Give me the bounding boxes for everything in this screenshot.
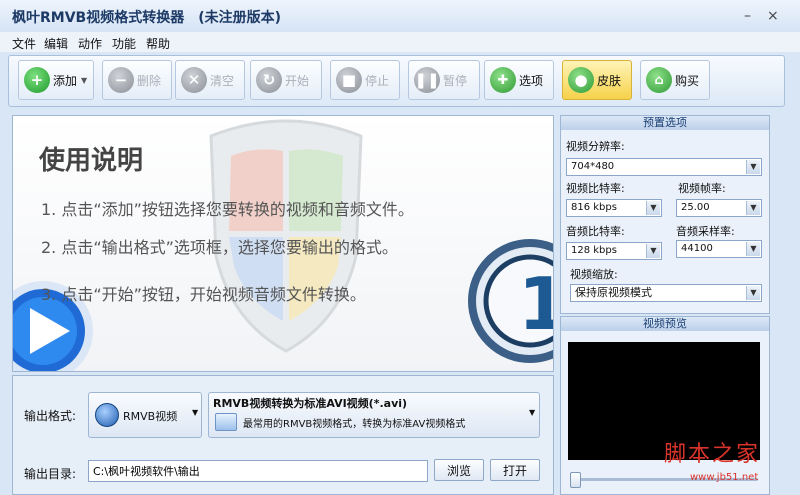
clear-label: 清空 [210, 73, 235, 88]
menu-function[interactable]: 功能 [112, 35, 136, 52]
output-dir-input[interactable] [88, 460, 428, 482]
chevron-down-icon[interactable]: ▼ [646, 244, 660, 258]
clock-icon [95, 403, 119, 427]
video-resolution-label: 视频分辨率: [566, 140, 625, 153]
pause-button[interactable]: ❚❚ 暂停 [408, 60, 480, 100]
output-format-description: 最常用的RMVB视频格式，转换为标准AV视频格式 [243, 419, 466, 430]
refresh-icon: ↻ [256, 67, 282, 93]
output-format-select[interactable]: RMVB视频转换为标准AVI视频(*.avi) 最常用的RMVB视频格式，转换为… [208, 392, 540, 438]
instructions-panel: 1 使用说明 1. 点击“添加”按钮选择您要转换的视频和音频文件。 2. 点击“… [12, 115, 554, 372]
watermark-text: 脚本之家 [664, 442, 761, 467]
minimize-button[interactable]: – [744, 8, 751, 24]
output-format-title: RMVB视频转换为标准AVI视频(*.avi) [213, 397, 408, 410]
start-button[interactable]: ↻ 开始 [250, 60, 322, 100]
apple-icon: ● [568, 67, 594, 93]
stop-label: 停止 [365, 73, 390, 88]
audio-samplerate-label: 音频采样率: [676, 225, 735, 238]
skin-label: 皮肤 [597, 73, 622, 88]
buy-button[interactable]: ⌂ 购买 [640, 60, 710, 100]
audio-bitrate-select[interactable]: 128 kbps ▼ [566, 242, 662, 260]
video-bitrate-label: 视频比特率: [566, 182, 625, 195]
dropdown-arrow-icon[interactable]: ▼ [81, 76, 87, 85]
skin-button[interactable]: ● 皮肤 [562, 60, 632, 100]
browse-button[interactable]: 浏览 [434, 459, 484, 481]
chevron-down-icon[interactable]: ▼ [746, 160, 760, 174]
format-category-value: RMVB视频 [123, 410, 178, 423]
clear-button[interactable]: ✕ 清空 [175, 60, 245, 100]
output-dir-label: 输出目录: [24, 467, 77, 481]
stop-icon: ■ [336, 67, 362, 93]
open-button[interactable]: 打开 [490, 459, 540, 481]
instruction-step-1: 1. 点击“添加”按钮选择您要转换的视频和音频文件。 [41, 200, 414, 219]
video-framerate-label: 视频帧率: [678, 182, 726, 195]
delete-label: 删除 [137, 73, 162, 88]
folder-icon [215, 413, 237, 431]
badge-number: 1 [518, 262, 554, 346]
delete-button[interactable]: − 删除 [102, 60, 172, 100]
clear-x-icon: ✕ [181, 67, 207, 93]
close-button[interactable]: × [767, 8, 779, 24]
video-framerate-value: 25.00 [681, 202, 710, 213]
watermark-url: www.jb51.net [690, 472, 759, 483]
start-label: 开始 [285, 73, 310, 88]
menu-edit[interactable]: 编辑 [44, 35, 68, 52]
preset-options-header: 预置选项 [561, 116, 769, 130]
video-resolution-value: 704*480 [571, 161, 615, 172]
number-badge-icon: 1 [468, 239, 554, 363]
audio-bitrate-value: 128 kbps [571, 245, 617, 256]
video-scale-label: 视频缩放: [570, 268, 618, 281]
chevron-down-icon[interactable]: ▼ [746, 286, 760, 300]
tools-icon: ✚ [490, 67, 516, 93]
instruction-step-3: 3. 点击“开始”按钮，开始视频音频文件转换。 [41, 285, 366, 304]
menu-file[interactable]: 文件 [12, 35, 36, 52]
video-bitrate-value: 816 kbps [571, 202, 617, 213]
add-button[interactable]: + 添加 ▼ [18, 60, 94, 100]
format-category-select[interactable]: RMVB视频 ▼ [88, 392, 202, 438]
video-bitrate-select[interactable]: 816 kbps ▼ [566, 199, 662, 217]
video-scale-value: 保持原视频模式 [575, 286, 652, 299]
chevron-down-icon[interactable]: ▼ [746, 242, 760, 256]
seek-slider-handle[interactable] [570, 472, 581, 488]
instruction-step-2: 2. 点击“输出格式”选项框，选择您要输出的格式。 [41, 238, 398, 257]
video-scale-select[interactable]: 保持原视频模式 ▼ [570, 284, 762, 302]
chevron-down-icon[interactable]: ▼ [746, 201, 760, 215]
buy-label: 购买 [675, 73, 700, 88]
options-label: 选项 [519, 73, 544, 88]
pause-label: 暂停 [443, 73, 468, 88]
menu-help[interactable]: 帮助 [146, 35, 170, 52]
audio-bitrate-label: 音频比特率: [566, 225, 625, 238]
chevron-down-icon[interactable]: ▼ [192, 408, 198, 417]
instructions-heading: 使用说明 [39, 146, 144, 176]
audio-samplerate-value: 44100 [681, 243, 713, 254]
stop-button[interactable]: ■ 停止 [330, 60, 400, 100]
plus-icon: + [24, 67, 50, 93]
video-preview-header: 视频预览 [561, 317, 769, 331]
chevron-down-icon[interactable]: ▼ [529, 408, 535, 417]
chevron-down-icon[interactable]: ▼ [646, 201, 660, 215]
minus-icon: − [108, 67, 134, 93]
video-framerate-select[interactable]: 25.00 ▼ [676, 199, 762, 217]
video-resolution-select[interactable]: 704*480 ▼ [566, 158, 762, 176]
output-format-label: 输出格式: [24, 409, 77, 423]
menu-action[interactable]: 动作 [78, 35, 102, 52]
audio-samplerate-select[interactable]: 44100 ▼ [676, 240, 762, 258]
add-label: 添加 [53, 73, 78, 88]
window-title: 枫叶RMVB视频格式转换器 (未注册版本) [12, 10, 282, 26]
pause-icon: ❚❚ [414, 67, 440, 93]
options-button[interactable]: ✚ 选项 [484, 60, 554, 100]
cart-icon: ⌂ [646, 67, 672, 93]
